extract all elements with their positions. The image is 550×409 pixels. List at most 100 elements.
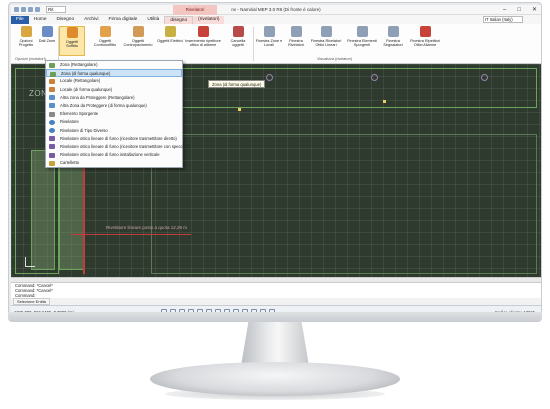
oggetti-controsoffitto-button[interactable]: Oggetti Controsoffitto bbox=[89, 26, 121, 56]
button-label: Oggetti Controsoffitto bbox=[93, 39, 117, 48]
menu-item-label: Rivelatore ottico lineare di fumo instal… bbox=[60, 152, 160, 158]
zones-window-icon bbox=[263, 26, 275, 37]
monitor-chin bbox=[8, 312, 542, 322]
tab-utilita[interactable]: Utilità bbox=[142, 16, 164, 24]
tab-file[interactable]: File bbox=[11, 16, 29, 24]
selection-tab[interactable]: Selezione Entità bbox=[13, 298, 50, 305]
menu-item-label: Rivelatore bbox=[60, 119, 79, 125]
menu-item-label: Rivelatore ottico lineare di fumo (ricev… bbox=[60, 135, 177, 141]
menu-item-label: Zona (di forma qualunque) bbox=[61, 71, 111, 77]
zone-icon bbox=[49, 62, 55, 68]
menu-item-zona-forma-qualunque[interactable]: Zona (di forma qualunque) bbox=[46, 69, 182, 78]
oggetti-elettrici-button[interactable]: Oggetti Elettrici bbox=[157, 26, 183, 56]
detectors-window-icon bbox=[290, 26, 302, 37]
detector-beam-line bbox=[71, 234, 191, 235]
menu-item-rivelatore[interactable]: Rivelatore bbox=[46, 118, 182, 126]
linear-detector-vertical-icon bbox=[49, 152, 55, 158]
menu-item-label: Cartelletto bbox=[60, 160, 80, 166]
button-label: Finestra Rivelatori Ottici Lineari bbox=[310, 39, 342, 48]
protruding-element-icon bbox=[49, 111, 55, 117]
button-label: Finestra Segnalatori bbox=[383, 39, 403, 48]
menu-item-label: Rivelatore ottico lineare di fumo (ricev… bbox=[60, 143, 190, 149]
signals-window-icon bbox=[387, 26, 399, 37]
menu-item-rivelatore-lineare-verticale[interactable]: Rivelatore ottico lineare di fumo instal… bbox=[46, 151, 182, 159]
menu-item-label: Altra zona da Proteggere (Rettangolare) bbox=[60, 94, 135, 100]
linear-detectors-window-icon bbox=[320, 26, 332, 37]
room-outline bbox=[151, 134, 537, 274]
oggetti-soffitto-menu: Zona (Rettangolare) Zona (di forma qualu… bbox=[45, 60, 190, 168]
monitor-frame: Rit nv - Namirial MEP 3.0 R8 (Di fronte … bbox=[8, 2, 542, 320]
menu-item-altra-zona-forma-qualunque[interactable]: Altra Zona da Proteggere (di forma qualu… bbox=[46, 102, 182, 110]
command-line[interactable]: Command: *Cancel* Command: *Cancel* Comm… bbox=[11, 282, 541, 298]
linear-detector-mirror-icon bbox=[49, 144, 55, 150]
tab-archivi[interactable]: Archivi bbox=[79, 16, 103, 24]
minimize-button[interactable]: – bbox=[503, 5, 506, 15]
menu-item-cartelletto[interactable]: Cartelletto bbox=[46, 159, 182, 167]
options-icon bbox=[20, 26, 32, 37]
title-bar: Rit bbox=[11, 5, 541, 15]
zone-fill bbox=[59, 150, 85, 270]
detector-alt-icon bbox=[49, 128, 55, 133]
screen: Rit nv - Namirial MEP 3.0 R8 (Di fronte … bbox=[11, 5, 541, 319]
dati-zone-button[interactable]: Dati Zone bbox=[37, 26, 57, 56]
tab-context-disegno[interactable]: disegno bbox=[164, 16, 194, 24]
button-label: Finestra Ripetitori Ottici Allarme bbox=[410, 39, 440, 48]
tab-home[interactable]: Home bbox=[29, 16, 52, 24]
menu-item-locale-rettangolare[interactable]: Locale (Rettangolare) bbox=[46, 77, 182, 85]
menu-item-elemento-sporgente[interactable]: Elemento Sporgente bbox=[46, 110, 182, 118]
opzioni-progetto-button[interactable]: Opzioni Progetto bbox=[13, 26, 39, 56]
zone-fill bbox=[31, 150, 55, 270]
menu-item-rivelatore-lineare-diretto[interactable]: Rivelatore ottico lineare di fumo (ricev… bbox=[46, 135, 182, 143]
tab-context-rivelatori[interactable]: (rivelatori) bbox=[193, 16, 225, 24]
finestra-rivelatori-button[interactable]: Finestra Rivelatori bbox=[283, 26, 309, 56]
menu-item-locale-forma-qualunque[interactable]: Locale (di forma qualunque) bbox=[46, 86, 182, 94]
button-label: Inserimento ripetitore ottico di allarme bbox=[185, 39, 221, 48]
menu-item-label: Rivelatore di Tipo Diverso bbox=[60, 127, 108, 133]
menu-item-zona-rettangolare[interactable]: Zona (Rettangolare) bbox=[46, 61, 182, 69]
menu-item-label: Locale (di forma qualunque) bbox=[60, 86, 113, 92]
button-label: Cancella oggetti bbox=[230, 39, 246, 48]
delete-objects-icon bbox=[232, 26, 244, 37]
finestra-rivelatori-ottici-button[interactable]: Finestra Rivelatori Ottici Lineari bbox=[309, 26, 343, 56]
menu-item-label: Locale (Rettangolare) bbox=[60, 78, 101, 84]
oggetti-soffitto-button[interactable]: Oggetti Soffitto bbox=[59, 26, 85, 56]
finestra-elementi-sporgenti-button[interactable]: Finestra Elementi Sporgenti bbox=[345, 26, 379, 56]
undo-icon[interactable] bbox=[28, 7, 33, 12]
ribbon-tabs: File Home Disegno Archivi Firma digitale… bbox=[11, 15, 541, 24]
finestra-segnalatori-button[interactable]: Finestra Segnalatori bbox=[379, 26, 407, 56]
cancella-oggetti-button[interactable]: Cancella oggetti bbox=[225, 26, 251, 56]
menu-item-altra-zona-rettangolare[interactable]: Altra zona da Proteggere (Rettangolare) bbox=[46, 94, 182, 102]
detector-symbol bbox=[266, 74, 273, 81]
group-label-opzioni: Opzioni (rivelatori) bbox=[15, 57, 46, 61]
menu-item-rivelatore-lineare-specchio[interactable]: Rivelatore ottico lineare di fumo (ricev… bbox=[46, 143, 190, 151]
zone-data-icon bbox=[41, 26, 53, 37]
window-controls: – □ ✕ bbox=[503, 5, 537, 15]
button-label: Finestra Zone e Locali bbox=[255, 39, 283, 48]
redo-icon[interactable] bbox=[35, 7, 40, 12]
close-button[interactable]: ✕ bbox=[532, 5, 537, 15]
font-combo[interactable]: Rit bbox=[46, 6, 66, 13]
maximize-button[interactable]: □ bbox=[517, 5, 521, 15]
menu-item-label: Zona (Rettangolare) bbox=[60, 62, 98, 67]
save-icon[interactable] bbox=[21, 7, 26, 12]
tab-disegno[interactable]: Disegno bbox=[52, 16, 80, 24]
menu-item-label: Altra Zona da Proteggere (di forma qualu… bbox=[60, 102, 147, 108]
finestra-zone-locali-button[interactable]: Finestra Zone e Locali bbox=[255, 26, 283, 56]
monitor-base bbox=[150, 362, 400, 396]
inserimento-ripetitore-button[interactable]: Inserimento ripetitore ottico di allarme bbox=[183, 26, 223, 56]
tab-firma-digitale[interactable]: Firma digitale bbox=[104, 16, 143, 24]
finestra-ripetitori-button[interactable]: Finestra Ripetitori Ottici Allarme bbox=[407, 26, 443, 56]
ceiling-objects-icon bbox=[66, 27, 78, 38]
button-label: Oggetti Contropavimento bbox=[123, 39, 153, 48]
app-icon[interactable] bbox=[14, 7, 19, 12]
zone-polygon-icon bbox=[50, 71, 56, 77]
ribbon: Opzioni Progetto Dati Zone Oggetti Soffi… bbox=[11, 24, 541, 64]
group-label-visualizza: Visualizza (rivelatori) bbox=[317, 57, 352, 61]
protected-zone-icon bbox=[49, 95, 55, 101]
menu-item-label: Elemento Sporgente bbox=[60, 111, 99, 117]
alarm-repeater-icon bbox=[197, 26, 209, 37]
detector-icon bbox=[49, 119, 55, 125]
oggetti-contropavimento-button[interactable]: Oggetti Contropavimento bbox=[121, 26, 155, 56]
menu-item-rivelatore-tipo-diverso[interactable]: Rivelatore di Tipo Diverso bbox=[46, 127, 182, 135]
language-select[interactable]: IT Italian (Italy) bbox=[483, 16, 523, 23]
